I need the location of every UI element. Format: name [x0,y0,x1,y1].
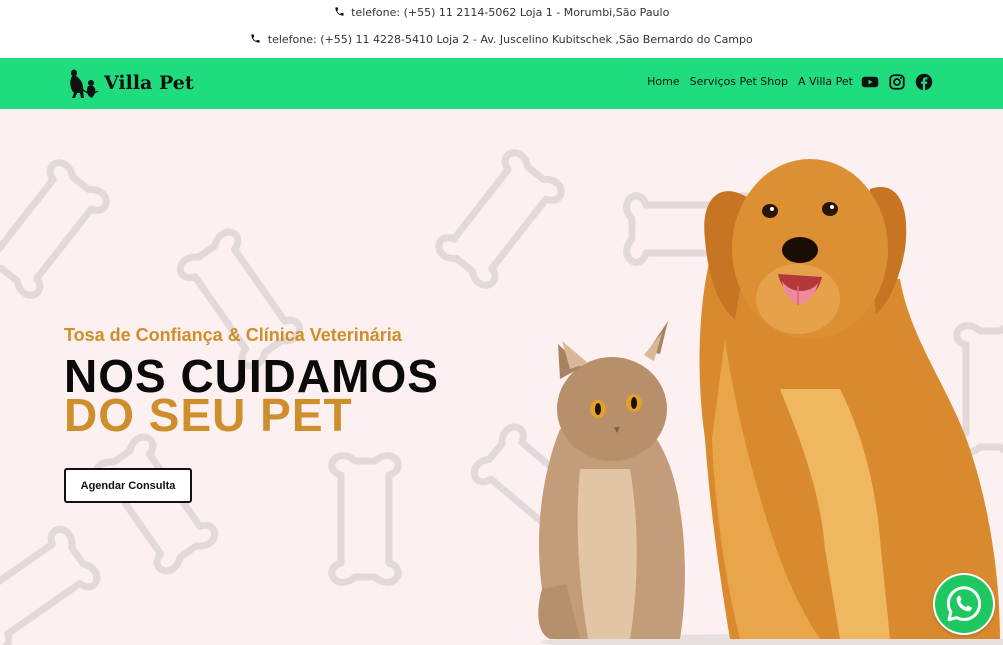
brand-name: Villa Pet [104,72,194,94]
facebook-icon[interactable] [915,73,933,91]
contact-text-1: telefone: (+55) 11 2114-5062 Loja 1 - Mo… [351,6,670,19]
phone-icon [335,7,344,16]
phone-icon [251,34,260,43]
contact-bar: telefone: (+55) 11 2114-5062 Loja 1 - Mo… [0,0,1003,58]
navbar: Villa Pet Home Serviços Pet Shop A Villa… [0,58,1003,109]
schedule-appointment-button[interactable]: Agendar Consulta [64,468,192,503]
contact-text-2: telefone: (+55) 11 4228-5410 Loja 2 - Av… [267,33,753,46]
nav-link-about[interactable]: A Villa Pet [798,75,853,88]
contact-line-2: telefone: (+55) 11 4228-5410 Loja 2 - Av… [0,33,1003,46]
nav-menu: Home Serviços Pet Shop A Villa Pet [647,75,853,88]
brand-logo[interactable]: Villa Pet [66,67,194,99]
dog-illustration [699,159,1000,639]
contact-line-1: telefone: (+55) 11 2114-5062 Loja 1 - Mo… [0,6,1003,19]
nav-link-home[interactable]: Home [647,75,679,88]
youtube-icon[interactable] [861,73,879,91]
hero-headline-line2: DO SEU PET [64,389,353,441]
cat-illustration [538,321,685,639]
hero-pets-image [538,159,1003,645]
hero-subtitle: Tosa de Confiança & Clínica Veterinária [64,325,402,345]
nav-link-services[interactable]: Serviços Pet Shop [690,75,788,88]
hero-section: Tosa de Confiança & Clínica Veterinária … [0,109,1003,645]
pet-logo-icon [70,69,99,98]
instagram-icon[interactable] [888,73,906,91]
whatsapp-icon [946,586,982,622]
whatsapp-button[interactable] [935,575,993,633]
